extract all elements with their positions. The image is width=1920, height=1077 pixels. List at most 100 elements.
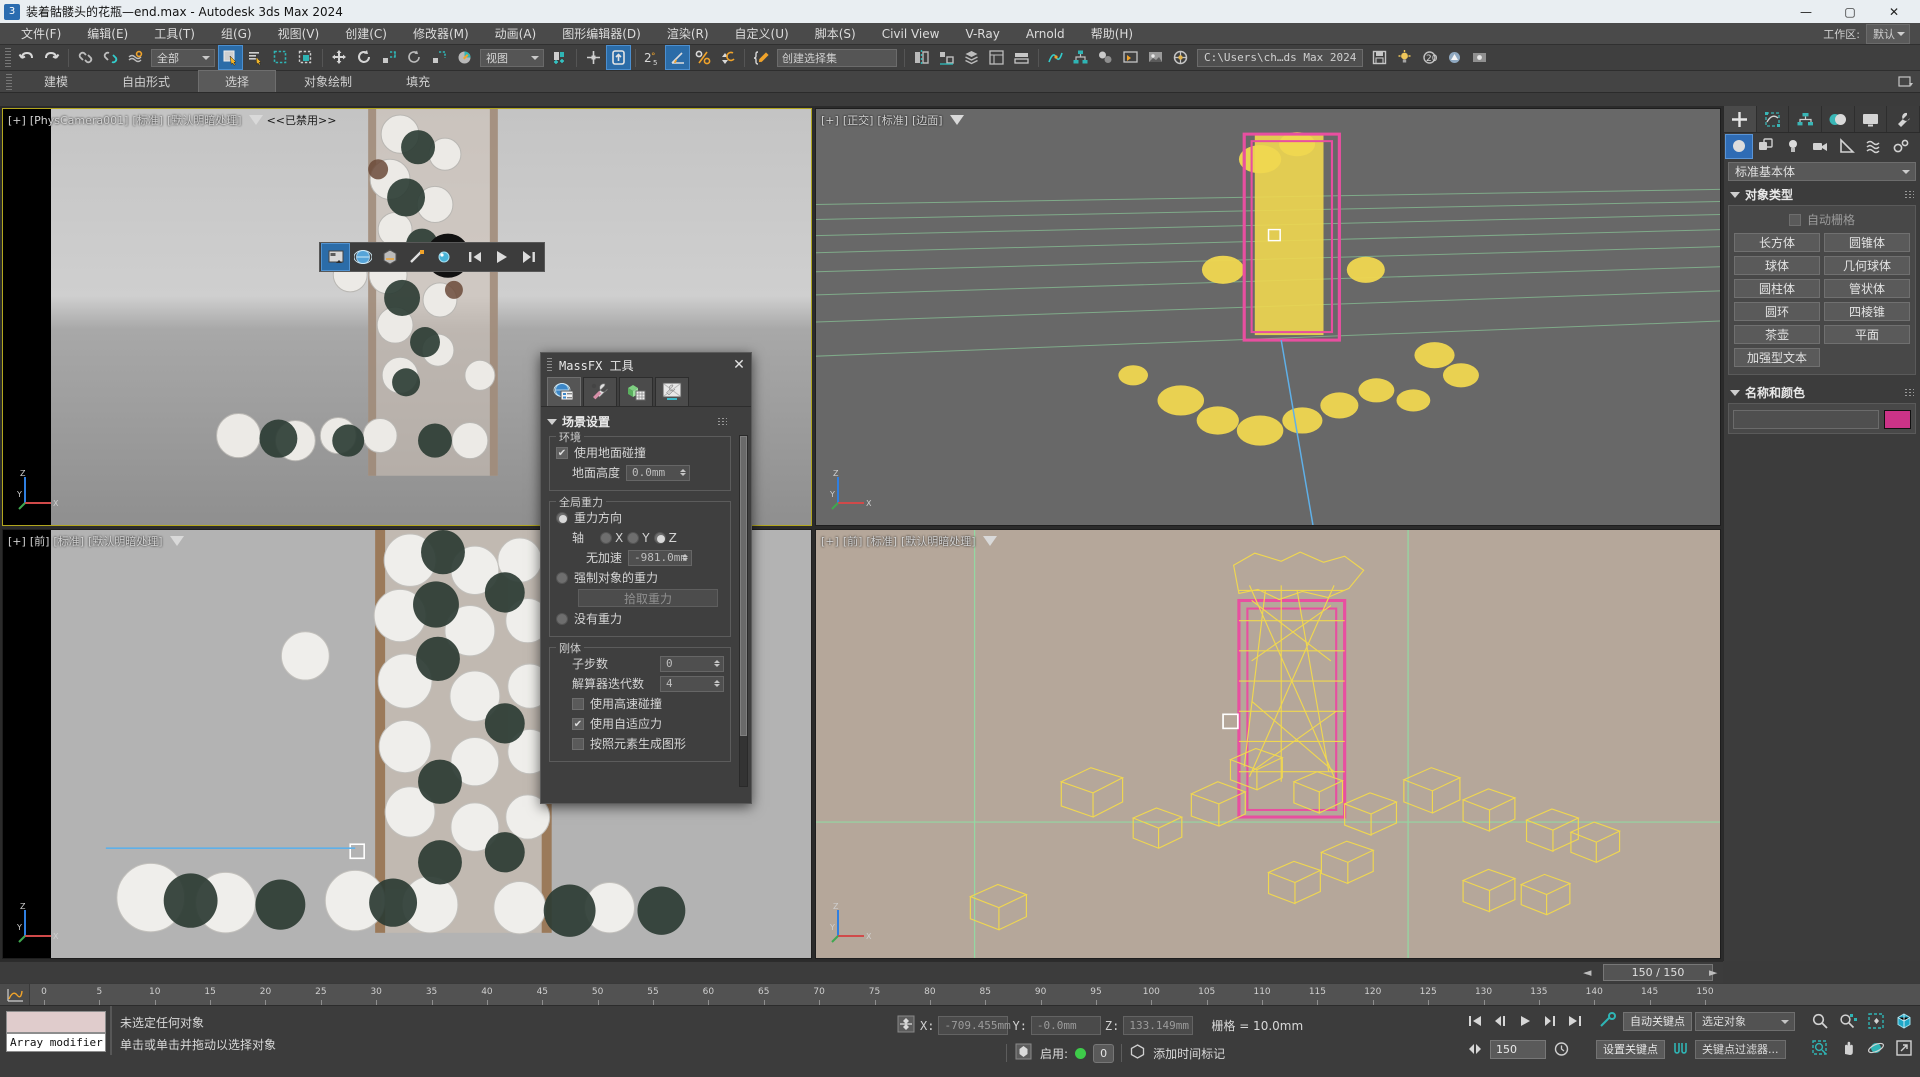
massfx-multi-object-tab[interactable] bbox=[619, 377, 653, 406]
pyramid-button[interactable]: 四棱锥 bbox=[1824, 302, 1910, 321]
toolbar-grip[interactable] bbox=[5, 47, 11, 68]
render-production-icon[interactable] bbox=[1169, 46, 1192, 69]
axis-x-radio[interactable] bbox=[600, 531, 613, 544]
torus-button[interactable]: 圆环 bbox=[1734, 302, 1820, 321]
edit-named-selection-icon[interactable] bbox=[750, 46, 773, 69]
high-velocity-checkbox[interactable] bbox=[572, 697, 584, 710]
zoom-region-icon[interactable] bbox=[1808, 1036, 1832, 1060]
plane-button[interactable]: 平面 bbox=[1824, 325, 1910, 344]
key-filters-icon[interactable] bbox=[1668, 1037, 1692, 1061]
render-menu-icon[interactable]: 20 bbox=[1418, 46, 1441, 69]
window-crossing-icon[interactable] bbox=[294, 46, 317, 69]
menu-scripting[interactable]: 脚本(S) bbox=[802, 23, 869, 45]
zoom-extents-all-icon[interactable] bbox=[1892, 1009, 1916, 1033]
massfx-rollout-dots[interactable] bbox=[717, 417, 727, 426]
tube-button[interactable]: 管状体 bbox=[1824, 279, 1910, 298]
cylinder-button[interactable]: 圆柱体 bbox=[1734, 279, 1820, 298]
viewport-4-shading[interactable]: [标准] bbox=[866, 533, 897, 549]
object-category-dropdown[interactable]: 标准基本体 bbox=[1728, 162, 1916, 181]
hierarchy-tab[interactable] bbox=[1789, 106, 1823, 132]
ribbon-minimize-icon[interactable] bbox=[1898, 75, 1914, 92]
set-key-mode-icon[interactable] bbox=[1596, 1009, 1620, 1033]
massfx-play-icon[interactable] bbox=[488, 244, 515, 270]
viewport-4-plus[interactable]: [+] bbox=[821, 535, 839, 548]
time-slider-next-icon[interactable]: ► bbox=[1709, 966, 1721, 979]
axis-z-radio[interactable] bbox=[653, 531, 666, 544]
select-rotate-icon[interactable] bbox=[353, 46, 376, 69]
high-velocity-row[interactable]: 使用高速碰撞 bbox=[572, 695, 724, 712]
autogrid-checkbox[interactable] bbox=[1788, 213, 1801, 226]
cameras-subtab[interactable] bbox=[1807, 135, 1833, 158]
teapot-button[interactable]: 茶壶 bbox=[1734, 325, 1820, 344]
massfx-step-icon[interactable] bbox=[515, 244, 542, 270]
viewport-2-shading[interactable]: [标准] bbox=[877, 112, 908, 128]
helpers-subtab[interactable] bbox=[1834, 135, 1860, 158]
forced-gravity-row[interactable]: 强制对象的重力 bbox=[556, 569, 724, 586]
select-scale-icon[interactable] bbox=[378, 46, 401, 69]
create-tab[interactable] bbox=[1724, 106, 1757, 132]
object-type-header[interactable]: 对象类型 bbox=[1728, 184, 1916, 205]
select-by-name-icon[interactable] bbox=[244, 46, 267, 69]
auto-key-button[interactable]: 自动关键点 bbox=[1623, 1011, 1692, 1031]
viewport-4-view[interactable]: [前] bbox=[843, 533, 863, 549]
menu-civil-view[interactable]: Civil View bbox=[869, 23, 953, 45]
use-center-icon[interactable] bbox=[582, 46, 605, 69]
go-to-end-icon[interactable] bbox=[1563, 1009, 1587, 1033]
menu-group[interactable]: 组(G) bbox=[208, 23, 265, 45]
viewport-front-right[interactable]: [+] [前] [标准] [默认明暗处理] Z X Y bbox=[815, 529, 1721, 959]
y-coordinate-field[interactable]: -0.0mm bbox=[1030, 1016, 1101, 1035]
pan-icon[interactable] bbox=[1836, 1036, 1860, 1060]
menu-modifiers[interactable]: 修改器(M) bbox=[400, 23, 482, 45]
project-path-field[interactable]: C:\Users\ch…ds Max 2024 bbox=[1197, 48, 1364, 67]
gravity-direction-row[interactable]: 重力方向 bbox=[556, 509, 724, 526]
massfx-world-settings-tab[interactable] bbox=[547, 377, 581, 406]
adaptive-force-checkbox[interactable] bbox=[572, 717, 584, 730]
spinner-snap-icon[interactable] bbox=[716, 46, 739, 69]
motion-tab[interactable] bbox=[1822, 106, 1855, 132]
massfx-rigid-body-icon[interactable] bbox=[376, 244, 403, 270]
menu-create[interactable]: 创建(C) bbox=[332, 23, 400, 45]
filter-funnel-icon[interactable] bbox=[248, 115, 263, 125]
massfx-scrollbar[interactable] bbox=[739, 435, 748, 787]
angle-snap-toggle-icon[interactable] bbox=[665, 45, 690, 70]
collapse-triangle-icon-2[interactable] bbox=[1730, 389, 1740, 396]
menu-help[interactable]: 帮助(H) bbox=[1078, 23, 1146, 45]
orbit-icon[interactable] bbox=[1864, 1036, 1888, 1060]
autogrid-row[interactable]: 自动栅格 bbox=[1734, 211, 1910, 228]
previous-frame-icon[interactable] bbox=[1488, 1009, 1512, 1033]
rect-select-region-icon[interactable] bbox=[269, 46, 292, 69]
massfx-simulation-icon[interactable] bbox=[321, 243, 350, 271]
select-object-icon[interactable] bbox=[218, 45, 243, 70]
minimize-button[interactable]: — bbox=[1784, 0, 1828, 23]
object-color-swatch[interactable] bbox=[1884, 410, 1911, 429]
enable-count-field[interactable]: 0 bbox=[1093, 1043, 1115, 1063]
generate-shapes-checkbox[interactable] bbox=[572, 737, 584, 750]
menu-file[interactable]: 文件(F) bbox=[8, 23, 74, 45]
reference-coordinate-dropdown[interactable]: 视图 bbox=[480, 48, 544, 67]
ribbon-tab-freeform[interactable]: 自由形式 bbox=[96, 71, 196, 92]
align-icon[interactable] bbox=[935, 46, 958, 69]
zoom-icon[interactable] bbox=[1808, 1009, 1832, 1033]
massfx-ragdoll-icon[interactable] bbox=[430, 244, 457, 270]
undo-icon[interactable] bbox=[15, 46, 38, 69]
zoom-extents-icon[interactable] bbox=[1864, 1009, 1888, 1033]
track-bar-ruler[interactable]: 0 5 10 15 20 25 30 35 40 45 50 55 60 65 70 75 80 85 90 95 10… bbox=[30, 984, 1730, 1005]
ribbon-tab-selection[interactable]: 选择 bbox=[198, 70, 277, 92]
object-name-input[interactable] bbox=[1733, 410, 1879, 429]
axis-y-radio[interactable] bbox=[627, 531, 640, 544]
rollout-drag-dots[interactable] bbox=[1904, 190, 1914, 199]
forced-gravity-radio[interactable] bbox=[556, 571, 568, 584]
play-animation-icon[interactable] bbox=[1513, 1009, 1537, 1033]
viewport-1-mode[interactable]: [默认明暗处理] bbox=[167, 112, 242, 128]
menu-animation[interactable]: 动画(A) bbox=[482, 23, 550, 45]
maximize-viewport-icon[interactable] bbox=[1892, 1036, 1916, 1060]
angle-snap-icon[interactable]: 2 ° 5 bbox=[641, 46, 664, 69]
absolute-relative-toggle-icon[interactable] bbox=[896, 1014, 916, 1037]
menu-tools[interactable]: 工具(T) bbox=[141, 23, 208, 45]
filter-funnel-icon-4[interactable] bbox=[982, 536, 997, 546]
time-configuration-icon[interactable] bbox=[1549, 1037, 1573, 1061]
massfx-scroll-thumb[interactable] bbox=[740, 436, 747, 736]
gravity-direction-radio[interactable] bbox=[556, 511, 568, 524]
filter-funnel-icon-3[interactable] bbox=[169, 536, 184, 546]
menu-edit[interactable]: 编辑(E) bbox=[74, 23, 141, 45]
